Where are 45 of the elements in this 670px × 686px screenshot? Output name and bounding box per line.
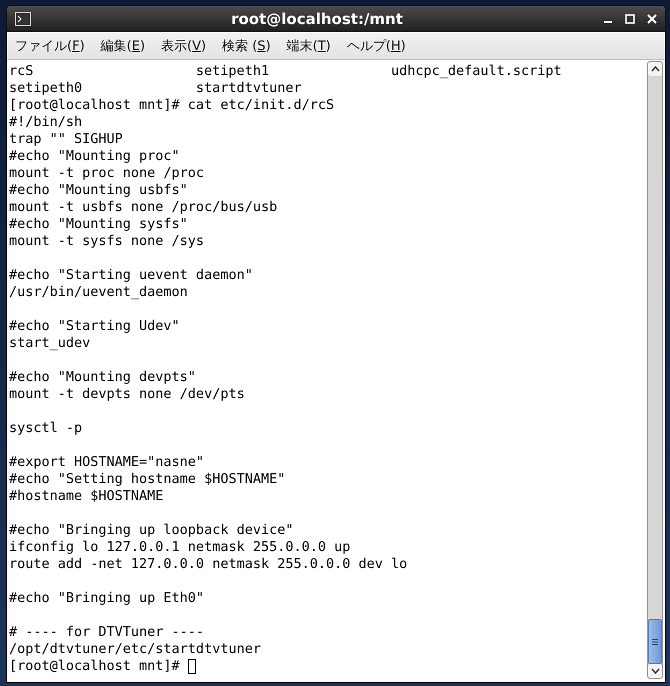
terminal-line: #hostname $HOSTNAME xyxy=(9,488,164,505)
file-name: startdtvtuner xyxy=(196,80,302,96)
file-name: rcS xyxy=(9,63,34,79)
terminal-line: #echo "Starting uevent daemon" xyxy=(9,267,253,284)
terminal-line: sysctl -p xyxy=(9,420,82,437)
terminal-line: #echo "Mounting usbfs" xyxy=(9,182,188,199)
grip-icon xyxy=(652,638,658,644)
terminal-line: [root@localhost mnt]# cat etc/init.d/rcS xyxy=(9,97,334,114)
terminal-line: /usr/bin/uevent_daemon xyxy=(9,284,188,301)
menu-item[interactable]: 検索 (S) xyxy=(220,36,273,54)
terminal-line: /opt/dtvtuner/etc/startdtvtuner xyxy=(9,641,261,658)
file-name: setipeth1 xyxy=(196,63,270,79)
terminal-line: #echo "Mounting sysfs" xyxy=(9,216,188,233)
terminal-line: mount -t devpts none /dev/pts xyxy=(9,386,245,403)
terminal-line: mount -t sysfs none /sys xyxy=(9,233,204,250)
terminal-line: #export HOSTNAME="nasne" xyxy=(9,454,204,471)
terminal-line: #echo "Mounting devpts" xyxy=(9,369,196,386)
menu-item[interactable]: 端末(T) xyxy=(284,36,333,54)
scrollbar-thumb[interactable] xyxy=(648,619,662,664)
menu-item[interactable]: 編集(E) xyxy=(98,36,148,54)
terminal-line: ifconfig lo 127.0.0.1 netmask 255.0.0.0 up xyxy=(9,539,350,556)
menu-item[interactable]: ヘルプ(H) xyxy=(344,36,408,54)
terminal-line: #echo "Bringing up Eth0" xyxy=(9,590,204,607)
terminal-line: mount -t usbfs none /proc/bus/usb xyxy=(9,199,278,216)
close-icon[interactable] xyxy=(647,14,657,24)
terminal-line: #echo "Setting hostname $HOSTNAME" xyxy=(9,471,286,488)
terminal-icon xyxy=(15,12,31,26)
terminal-line: # ---- for DTVTuner ---- xyxy=(9,624,204,641)
terminal-line: #echo "Starting Udev" xyxy=(9,318,180,335)
menu-item[interactable]: ファイル(F) xyxy=(13,36,87,54)
terminal-line: start_udev xyxy=(9,335,90,352)
window-title: root@localhost:/mnt xyxy=(230,10,404,28)
scroll-down-icon[interactable] xyxy=(650,668,660,674)
file-name: setipeth0 xyxy=(9,80,82,96)
menu-item[interactable]: 表示(V) xyxy=(159,36,208,54)
terminal-line: mount -t proc none /proc xyxy=(9,165,204,182)
maximize-icon[interactable] xyxy=(625,14,635,24)
terminal-line: #echo "Bringing up loopback device" xyxy=(9,522,294,539)
shell-prompt: [root@localhost mnt]# xyxy=(9,658,180,675)
terminal-line: route add -net 127.0.0.0 netmask 255.0.0.0 dev lo xyxy=(9,556,408,573)
scroll-up-icon[interactable] xyxy=(650,66,660,72)
file-name: udhcpc_default.script xyxy=(390,63,562,79)
terminal-line: #echo "Mounting proc" xyxy=(9,148,180,165)
terminal-line: trap "" SIGHUP xyxy=(9,131,123,148)
terminal-line: #!/bin/sh xyxy=(9,114,82,131)
